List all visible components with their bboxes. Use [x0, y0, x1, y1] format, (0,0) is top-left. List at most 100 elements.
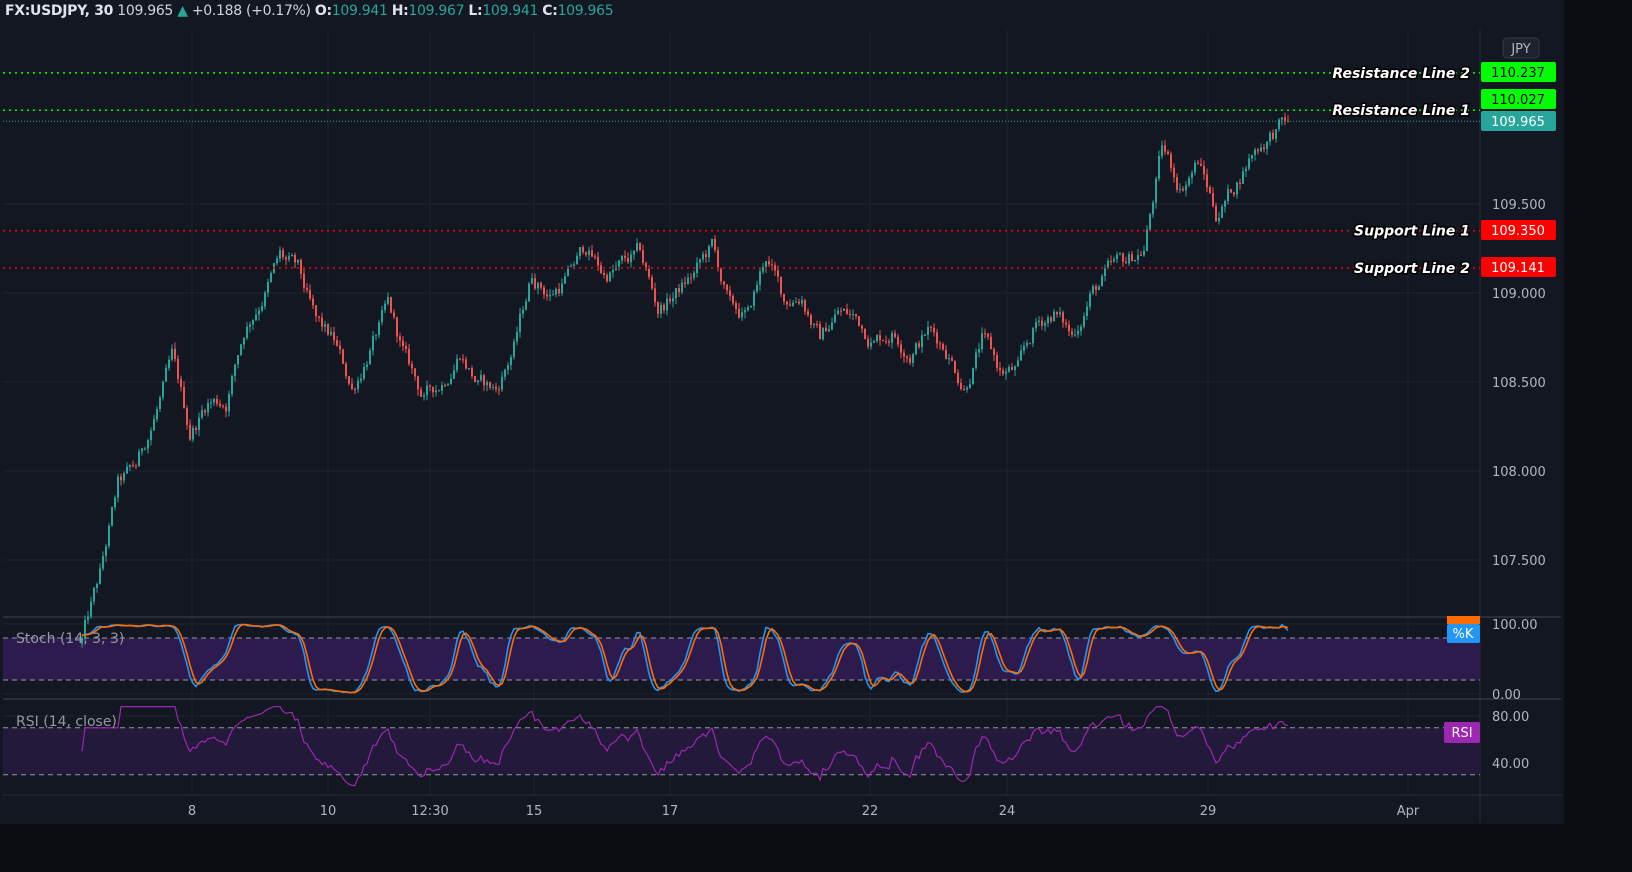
candle-body: [969, 384, 971, 388]
candle: [1098, 284, 1100, 291]
candle-body: [504, 369, 506, 377]
candle-body: [456, 358, 458, 371]
candle-body: [168, 359, 170, 369]
candle: [234, 363, 236, 382]
candle-body: [402, 340, 404, 346]
candle: [822, 327, 824, 341]
candle: [285, 255, 287, 266]
candle: [1269, 130, 1271, 146]
candle: [732, 293, 734, 306]
candle-body: [717, 249, 719, 269]
candle: [879, 330, 881, 346]
candle-body: [129, 464, 131, 467]
candle: [423, 392, 425, 401]
candle-body: [1146, 229, 1148, 251]
candle: [462, 354, 464, 364]
time-tick: Apr: [1397, 804, 1420, 819]
candle: [750, 305, 752, 309]
candle-body: [381, 310, 383, 323]
pane-separator[interactable]: [3, 698, 1561, 700]
candle-body: [900, 344, 902, 353]
candle: [804, 298, 806, 316]
candle-body: [1215, 205, 1217, 222]
candle-body: [954, 361, 956, 373]
candle-body: [174, 348, 176, 359]
candle: [987, 333, 989, 340]
candle-body: [1053, 311, 1055, 322]
candle: [243, 337, 245, 350]
candle-body: [978, 349, 980, 353]
candle: [168, 355, 170, 371]
candle: [651, 274, 653, 291]
candle: [678, 283, 680, 297]
candle: [1053, 308, 1055, 322]
candle: [393, 309, 395, 320]
price-tag: 110.237: [1481, 62, 1556, 82]
candle-body: [729, 290, 731, 296]
candle-body: [699, 259, 701, 263]
candle: [279, 246, 281, 263]
candle-body: [474, 376, 476, 383]
candle-body: [723, 281, 725, 285]
candle: [522, 306, 524, 319]
candle: [687, 273, 689, 286]
support-line-label: Support Line 2: [1354, 261, 1470, 277]
candle-body: [1188, 177, 1190, 186]
candle: [600, 261, 602, 275]
candle-body: [192, 427, 194, 440]
candle-body: [471, 367, 473, 377]
candle-body: [480, 375, 482, 381]
candle-body: [654, 288, 656, 303]
candle: [1227, 184, 1229, 205]
candle: [627, 252, 629, 265]
candle: [1164, 139, 1166, 155]
candle: [888, 338, 890, 347]
candle: [447, 382, 449, 387]
candle: [549, 289, 551, 302]
candle-body: [951, 358, 953, 362]
candle: [378, 319, 380, 339]
candle-body: [390, 297, 392, 313]
candle-body: [138, 451, 140, 467]
candle-body: [810, 315, 812, 325]
candle-body: [132, 464, 134, 466]
candle-body: [522, 309, 524, 314]
candle-body: [966, 387, 968, 390]
price-chart[interactable]: Resistance Line 2 110.237 Resistance Line …: [0, 0, 1632, 872]
candle: [177, 355, 179, 384]
candle-body: [873, 341, 875, 343]
candle-body: [1119, 253, 1121, 255]
candle-body: [159, 397, 161, 410]
candle: [1248, 153, 1250, 171]
candle: [396, 316, 398, 343]
pane-separator[interactable]: [3, 616, 1561, 618]
stoch-legend[interactable]: Stoch (14, 3, 3): [16, 631, 124, 647]
candle: [927, 320, 929, 341]
candle: [1272, 129, 1274, 141]
candle: [876, 334, 878, 344]
candle: [1014, 365, 1016, 377]
candle: [324, 320, 326, 333]
time-tick: 15: [526, 804, 543, 819]
candle-body: [357, 380, 359, 390]
candle-body: [1263, 147, 1265, 150]
candle: [816, 320, 818, 328]
candle-body: [315, 305, 317, 317]
candle-body: [147, 440, 149, 449]
candle: [129, 464, 131, 472]
candle: [948, 353, 950, 365]
currency-button[interactable]: JPY: [1502, 37, 1540, 59]
candle-body: [282, 250, 284, 258]
candle-body: [279, 250, 281, 259]
candle-body: [714, 238, 716, 250]
candle: [660, 301, 662, 319]
candle: [756, 280, 758, 294]
candle-body: [105, 546, 107, 556]
candle: [780, 276, 782, 297]
candle-body: [993, 348, 995, 356]
candle-body: [285, 257, 287, 260]
candle: [270, 271, 272, 283]
candle-body: [396, 317, 398, 337]
candle: [150, 427, 152, 446]
rsi-legend[interactable]: RSI (14, close): [16, 714, 117, 730]
